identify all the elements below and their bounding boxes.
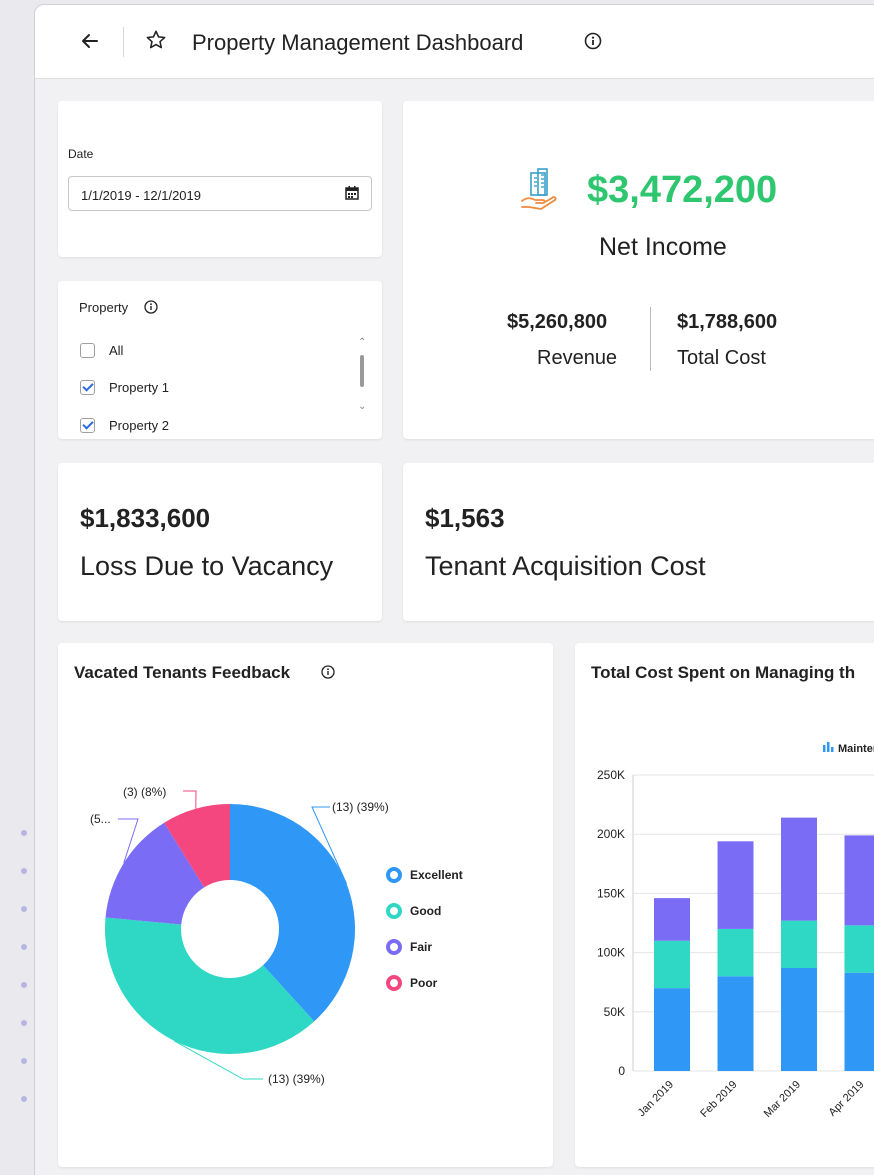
net-income-label: Net Income (599, 233, 727, 261)
info-icon[interactable] (584, 32, 602, 50)
scrollbar-thumb[interactable] (360, 355, 364, 387)
legend-marker-icon (386, 867, 402, 883)
net-income-value: $3,472,200 (587, 169, 778, 211)
x-tick-label: Apr 2019 (827, 1079, 867, 1119)
y-tick-label: 150K (597, 886, 625, 900)
total-cost-value: $1,788,600 (677, 311, 778, 333)
revenue-label: Revenue (537, 347, 618, 369)
side-dots (21, 830, 29, 1130)
y-tick-label: 200K (597, 827, 625, 841)
back-arrow-icon[interactable] (79, 30, 101, 52)
legend-label: Excellent (410, 868, 463, 882)
date-range-input[interactable]: 1/1/2019 - 12/1/2019 (68, 176, 372, 211)
bar-segment (654, 988, 690, 1071)
property-filter-card: Property All Property 1 Property 2 ⌃ ⌄ (58, 281, 382, 439)
donut-data-label: (5... (90, 812, 111, 826)
property-option-all[interactable]: All (80, 340, 123, 360)
y-tick-label: 100K (597, 946, 625, 960)
header-divider (123, 27, 124, 57)
header-bar: Property Management Dashboard (35, 5, 874, 79)
kpi-divider (650, 307, 651, 371)
legend-item-fair: Fair (386, 939, 432, 955)
legend-marker-icon (386, 939, 402, 955)
date-range-value: 1/1/2019 - 12/1/2019 (81, 188, 201, 203)
property-option-1[interactable]: Property 1 (80, 377, 169, 397)
net-income-card: $3,472,200 Net Income $5,260,800 Revenue… (403, 101, 874, 439)
donut-data-label: (13) (39%) (268, 1072, 325, 1086)
bar-segment (717, 928, 754, 977)
legend-item-good: Good (386, 903, 441, 919)
feedback-donut-chart: (13) (39%) (13) (39%) (5... (3) (8%) Excelle… (90, 785, 463, 1086)
page-title: Property Management Dashboard (192, 30, 524, 55)
legend-marker-icon (386, 903, 402, 919)
acquisition-cost-value: $1,563 (425, 503, 505, 533)
bar-segment (781, 920, 817, 968)
legend-bar-icon (831, 747, 834, 752)
vacancy-loss-label: Loss Due to Vacancy (80, 551, 334, 581)
bar-segment (717, 841, 754, 929)
scroll-down-icon[interactable]: ⌄ (358, 401, 366, 412)
vacancy-loss-value: $1,833,600 (80, 503, 211, 533)
donut-leader-line (183, 790, 197, 809)
acquisition-cost-card: $1,563 Tenant Acquisition Cost (403, 463, 874, 621)
checkbox-checked[interactable] (80, 417, 95, 433)
property-option-label: All (109, 342, 124, 358)
cost-bar-chart: 0 50K 100K 150K 200K 250K Maintenan Jan 2019 Feb… (597, 742, 874, 1120)
bar-segment (844, 925, 874, 973)
legend-bar-icon (827, 742, 830, 752)
date-filter-card: Date 1/1/2019 - 12/1/2019 (58, 101, 382, 257)
y-tick-label: 250K (597, 768, 625, 782)
legend-bar-icon (823, 745, 826, 752)
legend-label: Maintenan (838, 743, 874, 755)
y-tick-label: 50K (604, 1005, 625, 1019)
property-option-label: Property 1 (109, 379, 169, 395)
legend-item-maintenance: Maintenan (823, 742, 874, 755)
x-tick-label: Mar 2019 (762, 1079, 803, 1120)
legend-marker-icon (386, 975, 402, 991)
bar-segment (654, 898, 690, 941)
dashboard-window: Property Management Dashboard Date 1/1/2… (34, 4, 874, 1175)
bar-segment (844, 972, 874, 1071)
property-option-label: Property 2 (109, 417, 169, 433)
building-hand-icon (519, 167, 559, 213)
property-option-2[interactable]: Property 2 (80, 415, 169, 435)
total-cost-label: Total Cost (677, 347, 766, 369)
y-tick-label: 0 (618, 1064, 625, 1078)
info-icon[interactable] (144, 300, 158, 314)
bar-segment (781, 967, 817, 1071)
legend-label: Poor (410, 976, 438, 990)
acquisition-cost-label: Tenant Acquisition Cost (425, 551, 706, 581)
legend-item-poor: Poor (386, 975, 438, 991)
favorite-star-icon[interactable] (145, 29, 167, 55)
management-cost-card: Total Cost Spent on Managing th 0 50K 100K… (575, 643, 874, 1167)
scroll-up-icon[interactable]: ⌃ (358, 337, 366, 348)
x-tick-label: Feb 2019 (698, 1079, 739, 1120)
revenue-value: $5,260,800 (507, 311, 608, 333)
legend-item-excellent: Excellent (386, 867, 463, 883)
bar-segment (654, 940, 690, 989)
donut-data-label: (3) (8%) (123, 785, 166, 799)
checkbox-checked[interactable] (80, 379, 95, 395)
date-label: Date (68, 147, 94, 161)
vacancy-loss-card: $1,833,600 Loss Due to Vacancy (58, 463, 382, 621)
legend-label: Fair (410, 940, 432, 954)
tenant-feedback-card: Vacated Tenants Feedback (13) (39%) (13) … (58, 643, 553, 1167)
bar-segment (844, 835, 874, 926)
property-label: Property (79, 300, 129, 315)
bar-segment (717, 976, 754, 1071)
legend-label: Good (410, 904, 441, 918)
calendar-icon[interactable] (345, 186, 359, 200)
checkbox[interactable] (80, 342, 95, 358)
bar-segment (781, 817, 817, 921)
donut-data-label: (13) (39%) (332, 800, 389, 814)
x-tick-label: Jan 2019 (636, 1079, 676, 1119)
